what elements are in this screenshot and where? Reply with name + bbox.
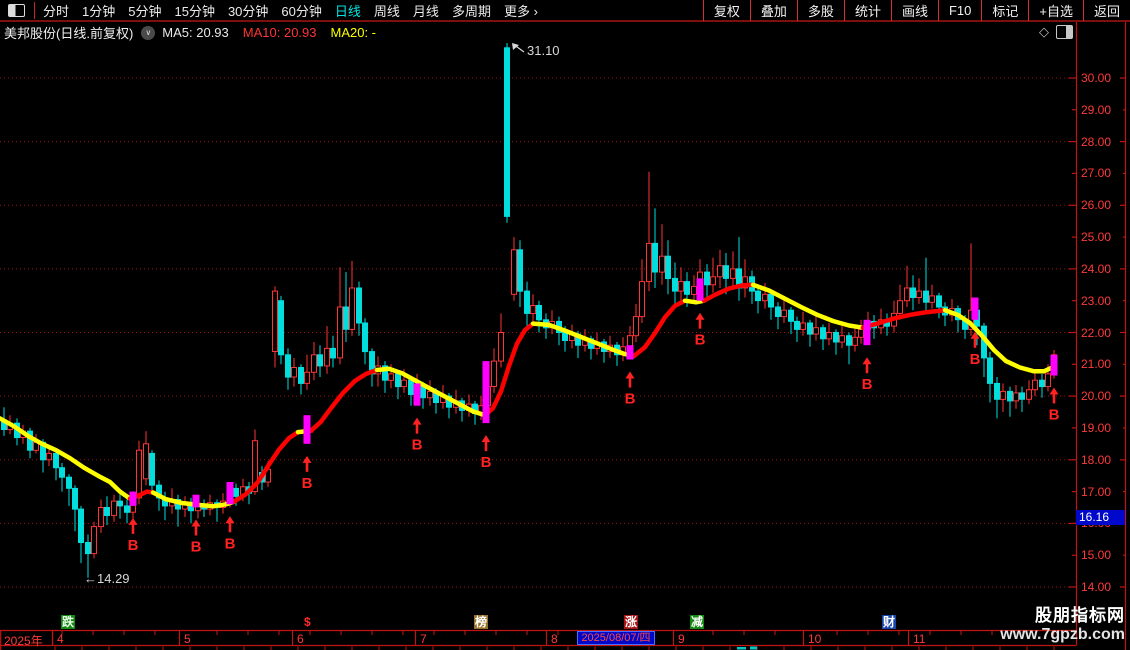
toolbar-button-8[interactable]: 返回 (1082, 0, 1130, 21)
price-axis-label: 26.00 (1081, 198, 1112, 213)
char-mark: 涨 (624, 615, 639, 629)
svg-text:B: B (412, 437, 423, 454)
toolbar-button-6[interactable]: 标记 (981, 0, 1028, 21)
ma-value-1: MA10: 20.93 (242, 25, 317, 40)
month-label: 4 (57, 632, 64, 646)
period-tab-5[interactable]: 60分钟 (281, 1, 321, 20)
svg-text:B: B (481, 454, 492, 471)
watermark-site-name: 股朋指标网 (1035, 606, 1125, 625)
svg-text:B: B (625, 391, 636, 408)
price-axis-label: 27.00 (1081, 166, 1112, 181)
watermark-site-url: www.7gpzb.com (1000, 626, 1125, 643)
month-label: 7 (420, 632, 427, 646)
toolbar-button-4[interactable]: 画线 (890, 0, 938, 21)
toolbar-button-7[interactable]: +自选 (1028, 0, 1083, 21)
stock-title: 美邦股份(日线.前复权) (4, 26, 134, 41)
price-axis-label: 22.00 (1081, 325, 1112, 340)
price-axis-label: 24.00 (1081, 261, 1112, 276)
period-tab-1[interactable]: 1分钟 (82, 1, 115, 20)
month-label: 10 (808, 632, 822, 646)
svg-text:B: B (128, 537, 139, 554)
period-tab-4[interactable]: 30分钟 (228, 1, 268, 20)
svg-text:B: B (1049, 406, 1060, 423)
svg-text:B: B (191, 538, 202, 555)
svg-text:31.10: 31.10 (527, 43, 560, 58)
chevron-down-icon[interactable]: ∨ (141, 25, 156, 40)
selected-date-badge: 2025/08/07/四 (577, 631, 655, 645)
period-tab-2[interactable]: 5分钟 (128, 1, 161, 20)
svg-text:B: B (970, 351, 981, 368)
month-label: 6 (297, 632, 304, 646)
price-axis-label: 29.00 (1081, 102, 1112, 117)
period-tab-7[interactable]: 周线 (374, 1, 400, 20)
toolbar-button-1[interactable]: 叠加 (749, 0, 797, 21)
svg-text:B: B (862, 376, 873, 393)
ma-value-2: MA20: - (330, 25, 377, 40)
toolbar-divider (34, 2, 35, 19)
toolbar-right-buttons: 复权 叠加 多股 统计 画线 F10 标记 +自选 返回 (702, 0, 1130, 21)
kline-chart[interactable]: B B B B B B B B B B B ←14.29 31.10 (0, 0, 1130, 650)
svg-text:←14.29: ←14.29 (84, 571, 130, 586)
layout-panel-icon[interactable] (8, 4, 25, 17)
period-tab-0[interactable]: 分时 (43, 1, 69, 20)
price-axis-label: 18.00 (1081, 452, 1112, 467)
toolbar-button-3[interactable]: 统计 (843, 0, 891, 21)
price-axis-label: 17.00 (1081, 484, 1112, 499)
price-axis-label: 15.00 (1081, 548, 1112, 563)
char-mark: 财 (882, 615, 897, 629)
svg-text:B: B (302, 475, 313, 492)
price-axis-label: 19.00 (1081, 420, 1112, 435)
app-window: B B B B B B B B B B B ←14.29 31.10 分时 1分钟 5分钟 15分钟 30分钟 6… (0, 0, 1130, 650)
period-tab-10[interactable]: 更多 › (504, 1, 538, 20)
year-label: 2025年 (4, 634, 43, 648)
toolbar-button-0[interactable]: 复权 (702, 0, 750, 21)
period-tab-3[interactable]: 15分钟 (174, 1, 214, 20)
period-tab-6[interactable]: 日线 (335, 1, 361, 20)
svg-text:B: B (695, 332, 706, 349)
month-label: 5 (184, 632, 191, 646)
toolbar-button-5[interactable]: F10 (937, 0, 981, 21)
month-label: 9 (678, 632, 685, 646)
current-price-badge: 16.16 (1076, 510, 1125, 526)
watermark: 股朋指标网 www.7gpzb.com (1000, 601, 1125, 644)
ma-value-0: MA5: 20.93 (162, 25, 229, 40)
toolbar-button-2[interactable]: 多股 (796, 0, 844, 21)
info-bar: 美邦股份(日线.前复权) ∨ MA5: 20.93 MA10: 20.93 MA20… (0, 22, 1074, 43)
period-tabs: 分时 1分钟 5分钟 15分钟 30分钟 60分钟 日线 周线 月线 多周期 更多 › (43, 1, 551, 20)
price-axis-label: 20.00 (1081, 389, 1112, 404)
price-axis-label: 30.00 (1081, 71, 1112, 85)
month-label: 8 (551, 632, 558, 646)
price-axis-label: 28.00 (1081, 134, 1112, 149)
period-tab-8[interactable]: 月线 (413, 1, 439, 20)
char-mark: 减 (690, 615, 705, 629)
char-mark: 榜 (474, 615, 489, 629)
diamond-icon[interactable]: ◇ (1039, 24, 1049, 40)
ma-values: MA5: 20.93 MA10: 20.93 MA20: - (162, 25, 390, 40)
price-axis-label: 25.00 (1081, 230, 1112, 245)
price-axis-label: 14.00 (1081, 580, 1112, 594)
price-axis-label: 21.00 (1081, 357, 1112, 372)
period-tab-9[interactable]: 多周期 (452, 1, 491, 20)
month-label: 11 (913, 632, 926, 646)
price-axis-label: 23.00 (1081, 293, 1112, 308)
layout-panel-right-icon[interactable] (1056, 25, 1073, 39)
svg-text:B: B (225, 535, 236, 552)
char-mark: $ (304, 615, 311, 629)
char-mark: 跌 (61, 615, 76, 629)
